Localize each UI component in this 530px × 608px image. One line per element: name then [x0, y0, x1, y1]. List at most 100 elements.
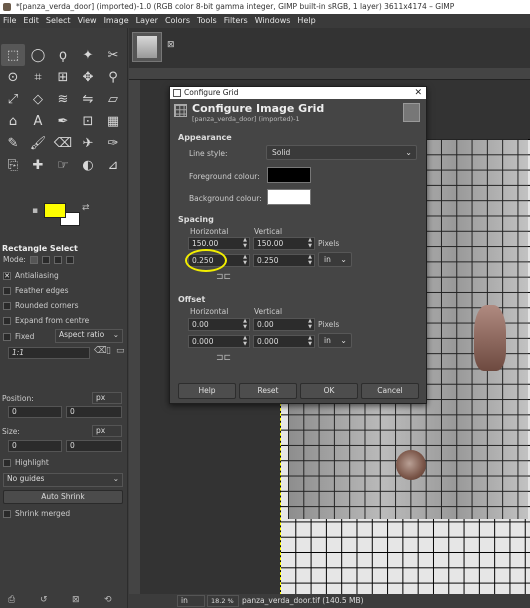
antialiasing-checkbox[interactable]: ✕ — [3, 271, 11, 280]
pencil-icon[interactable]: ✎ — [1, 132, 25, 154]
dialog-close-icon[interactable]: ✕ — [414, 87, 422, 99]
offset-h-px-field[interactable]: 0.00 ▲ ▼ — [188, 318, 250, 331]
delete-options-icon[interactable]: ⊠ — [72, 595, 80, 605]
position-y-field[interactable]: 0 — [66, 406, 122, 418]
offset-v-in-field[interactable]: 0.000 ▲ ▼ — [253, 335, 315, 348]
transform-icon[interactable]: ⤢ — [1, 88, 25, 110]
fixed-mode-select[interactable]: Aspect ratio ⌄ — [55, 329, 123, 343]
spin-arrows-icon[interactable]: ▲ ▼ — [242, 318, 248, 330]
spin-arrows-icon[interactable]: ▲ ▼ — [307, 335, 313, 347]
line-style-select[interactable]: Solid ⌄ — [266, 145, 417, 160]
text-icon[interactable]: A — [26, 110, 50, 132]
spin-arrows-icon[interactable]: ▲ ▼ — [307, 318, 313, 330]
mode-intersect-icon[interactable] — [65, 255, 74, 264]
unit-select[interactable]: in — [177, 595, 205, 607]
spin-arrows-icon[interactable]: ▲ ▼ — [307, 237, 313, 249]
shrink-merged-row[interactable]: Shrink merged — [3, 509, 70, 518]
offset-chain-icon[interactable]: ⊐⊏ — [216, 353, 231, 363]
free-select-icon[interactable]: ϙ — [51, 44, 75, 66]
expand-row[interactable]: Expand from centre — [3, 316, 89, 325]
fg-colour-button[interactable] — [267, 167, 311, 183]
menu-layer[interactable]: Layer — [136, 14, 158, 28]
mode-add-icon[interactable] — [41, 255, 50, 264]
spin-arrows-icon[interactable]: ▲ ▼ — [242, 335, 248, 347]
fg-bg-colors[interactable] — [44, 203, 82, 227]
menu-select[interactable]: Select — [46, 14, 71, 28]
paintbrush-icon[interactable]: 🖌 — [26, 132, 50, 154]
guides-select[interactable]: No guides ⌄ — [3, 473, 123, 487]
measure-icon[interactable]: ⊿ — [101, 154, 125, 176]
menu-colors[interactable]: Colors — [165, 14, 190, 28]
spin-arrows-icon[interactable]: ▲ ▼ — [307, 254, 313, 266]
vertical-ruler[interactable] — [129, 80, 140, 605]
highlight-row[interactable]: Highlight — [3, 458, 49, 467]
gradient-icon[interactable]: ▦ — [101, 110, 125, 132]
ratio-field[interactable]: 1:1 — [8, 347, 90, 359]
size-w-field[interactable]: 0 — [8, 440, 62, 452]
spacing-v-in-field[interactable]: 0.250 ▲ ▼ — [253, 254, 315, 267]
unified-transform-icon[interactable]: ◇ — [26, 88, 50, 110]
size-h-field[interactable]: 0 — [66, 440, 122, 452]
feather-row[interactable]: Feather edges — [3, 286, 69, 295]
warp-icon[interactable]: ≋ — [51, 88, 75, 110]
image-tab-thumbnail[interactable] — [132, 32, 162, 62]
spacing-v-px-field[interactable]: 150.00 ▲ ▼ — [253, 237, 315, 250]
rounded-row[interactable]: Rounded corners — [3, 301, 79, 310]
size-unit-select[interactable]: px — [92, 425, 122, 437]
position-x-field[interactable]: 0 — [8, 406, 62, 418]
offset-unit-select[interactable]: in ⌄ — [318, 333, 352, 348]
bucket-fill-icon[interactable]: ⊡ — [76, 110, 100, 132]
landscape-icon[interactable]: ▭ — [116, 346, 125, 356]
save-options-icon[interactable]: ⎙ — [8, 595, 15, 605]
antialiasing-row[interactable]: ✕ Antialiasing — [3, 271, 59, 280]
restore-options-icon[interactable]: ↺ — [40, 595, 48, 605]
move-icon[interactable]: ✥ — [76, 66, 100, 88]
mode-replace-icon[interactable] — [29, 255, 38, 264]
eraser-icon[interactable]: ⌫ — [51, 132, 75, 154]
spin-arrows-icon[interactable]: ▲ ▼ — [242, 237, 248, 249]
clear-icon[interactable]: ⌫ — [94, 346, 107, 356]
scissors-icon[interactable]: ✂ — [101, 44, 125, 66]
clone-icon[interactable]: ⎘ — [1, 154, 25, 176]
dodge-icon[interactable]: ◐ — [76, 154, 100, 176]
airbrush-icon[interactable]: ✈ — [76, 132, 100, 154]
fixed-checkbox[interactable] — [3, 332, 11, 341]
cage-icon[interactable]: ⌂ — [1, 110, 25, 132]
spin-arrows-icon[interactable]: ▲ ▼ — [242, 254, 248, 266]
swap-colors-icon[interactable]: ⇄ — [82, 203, 90, 213]
spacing-chain-icon[interactable]: ⊐⊏ — [216, 272, 231, 282]
spacing-unit-select[interactable]: in ⌄ — [318, 252, 352, 267]
ok-button[interactable]: OK — [300, 383, 358, 399]
highlight-checkbox[interactable] — [3, 458, 11, 467]
menu-file[interactable]: File — [3, 14, 16, 28]
perspective-icon[interactable]: ▱ — [101, 88, 125, 110]
bg-colour-button[interactable] — [267, 189, 311, 205]
rounded-checkbox[interactable] — [3, 301, 11, 310]
menu-image[interactable]: Image — [104, 14, 129, 28]
menu-edit[interactable]: Edit — [23, 14, 39, 28]
cancel-button[interactable]: Cancel — [361, 383, 419, 399]
smudge-icon[interactable]: ☞ — [51, 154, 75, 176]
offset-h-in-field[interactable]: 0.000 ▲ ▼ — [188, 335, 250, 348]
rect-select-icon[interactable]: ⬚ — [1, 44, 25, 66]
crop-icon[interactable]: ⌗ — [26, 66, 50, 88]
fixed-row[interactable]: Fixed — [3, 332, 34, 341]
heal-icon[interactable]: ✚ — [26, 154, 50, 176]
horizontal-ruler[interactable] — [129, 68, 530, 80]
menu-windows[interactable]: Windows — [255, 14, 291, 28]
reset-button[interactable]: Reset — [239, 383, 297, 399]
reset-options-icon[interactable]: ⟲ — [104, 595, 112, 605]
fuzzy-select-icon[interactable]: ✦ — [76, 44, 100, 66]
position-unit-select[interactable]: px — [92, 392, 122, 404]
align-icon[interactable]: ⊞ — [51, 66, 75, 88]
mode-subtract-icon[interactable] — [53, 255, 62, 264]
portrait-icon[interactable]: ▯ — [106, 346, 111, 356]
expand-checkbox[interactable] — [3, 316, 11, 325]
shrink-merged-checkbox[interactable] — [3, 509, 11, 518]
spacing-h-px-field[interactable]: 150.00 ▲ ▼ — [188, 237, 250, 250]
ink-icon[interactable]: ✑ — [101, 132, 125, 154]
ellipse-select-icon[interactable]: ◯ — [26, 44, 50, 66]
auto-shrink-button[interactable]: Auto Shrink — [3, 490, 123, 504]
help-button[interactable]: Help — [178, 383, 236, 399]
menu-view[interactable]: View — [78, 14, 97, 28]
